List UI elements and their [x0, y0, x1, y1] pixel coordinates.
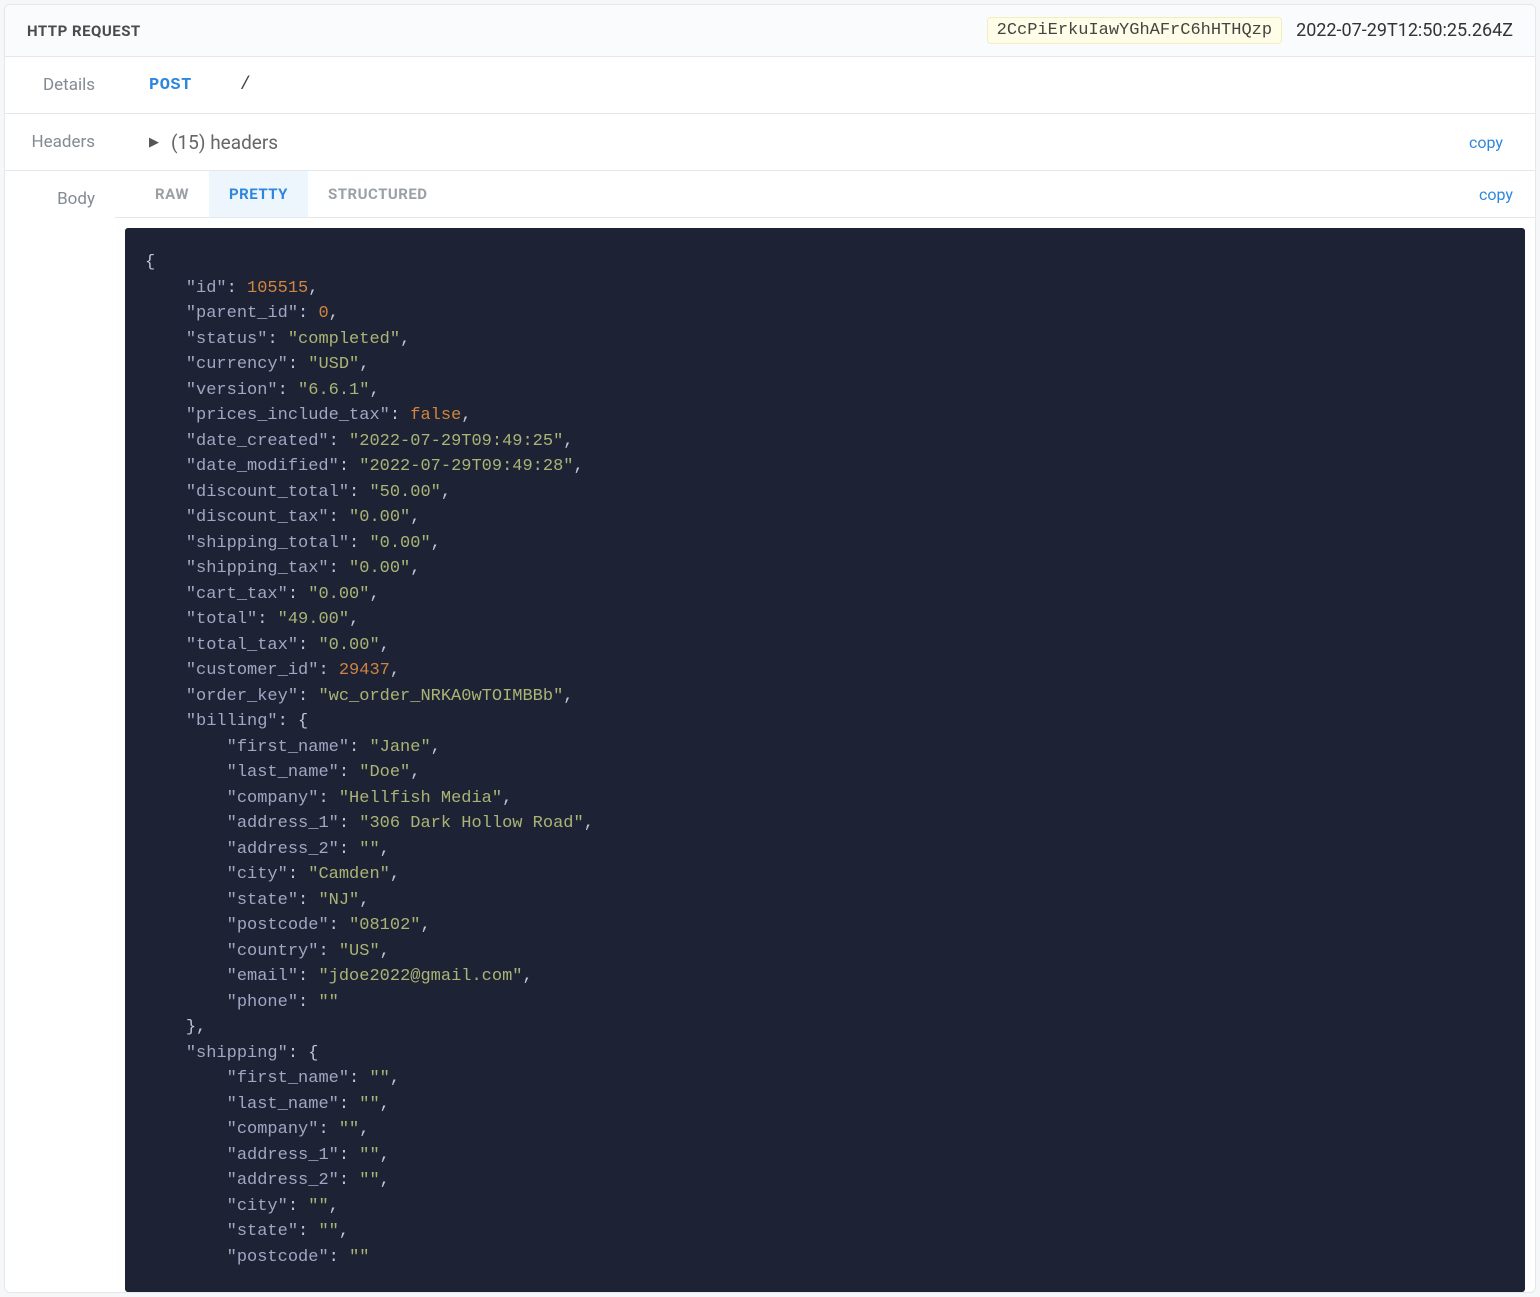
- panel-header: HTTP REQUEST 2CcPiErkuIawYGhAFrC6hHTHQzp…: [5, 5, 1535, 57]
- tab-raw[interactable]: RAW: [135, 171, 209, 217]
- body-section: Body RAW PRETTY STRUCTURED copy { "id": …: [5, 171, 1535, 1292]
- expand-icon[interactable]: ▶: [149, 135, 159, 150]
- http-method: POST: [149, 76, 192, 95]
- headers-row: Headers ▶ (15) headers copy: [5, 114, 1535, 171]
- headers-label: Headers: [5, 132, 115, 152]
- panel-title: HTTP REQUEST: [27, 22, 141, 40]
- http-path: /: [240, 75, 251, 95]
- headers-summary[interactable]: (15) headers: [171, 131, 278, 154]
- copy-headers-link[interactable]: copy: [1469, 133, 1503, 152]
- json-body-viewer[interactable]: { "id": 105515, "parent_id": 0, "status"…: [125, 228, 1525, 1292]
- details-row: Details POST /: [5, 57, 1535, 114]
- body-label: Body: [5, 171, 115, 1292]
- request-id-badge: 2CcPiErkuIawYGhAFrC6hHTHQzp: [987, 17, 1282, 44]
- tab-pretty[interactable]: PRETTY: [209, 171, 308, 217]
- request-timestamp: 2022-07-29T12:50:25.264Z: [1296, 20, 1513, 41]
- details-label: Details: [5, 75, 115, 95]
- http-request-panel: HTTP REQUEST 2CcPiErkuIawYGhAFrC6hHTHQzp…: [4, 4, 1536, 1293]
- copy-body-link[interactable]: copy: [1479, 185, 1513, 204]
- body-tabs: RAW PRETTY STRUCTURED copy: [115, 171, 1535, 218]
- tab-structured[interactable]: STRUCTURED: [308, 171, 448, 217]
